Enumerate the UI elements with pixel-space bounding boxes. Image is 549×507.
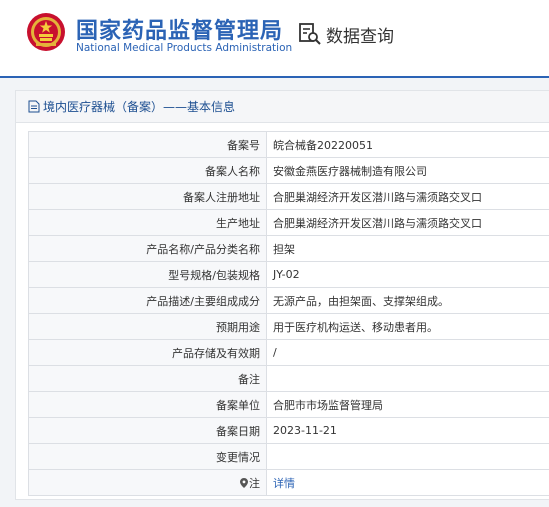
table-row: 型号规格/包装规格 JY-02 (28, 261, 549, 288)
field-value: 合肥巢湖经济开发区潜川路与濡须路交叉口 (266, 209, 549, 236)
field-label: 注 (249, 476, 260, 490)
details-link[interactable]: 详情 (273, 477, 295, 490)
field-value: 无源产品，由担架面、支撑架组成。 (266, 287, 549, 314)
field-value: 担架 (266, 235, 549, 262)
info-table: 备案号 皖合械备20220051 备案人名称 安徽金燕医疗器械制造有限公司 备案… (28, 131, 549, 496)
field-label: 型号规格/包装规格 (28, 261, 267, 288)
field-label: 备案号 (28, 131, 267, 158)
table-row: 备案日期 2023-11-21 (28, 417, 549, 444)
table-row: 备案人名称 安徽金燕医疗器械制造有限公司 (28, 157, 549, 184)
table-row: 备案单位 合肥市市场监督管理局 (28, 391, 549, 418)
field-label: 备注 (28, 365, 267, 392)
data-query-link[interactable]: 数据查询 (298, 22, 394, 47)
field-value: 合肥巢湖经济开发区潜川路与濡须路交叉口 (266, 183, 549, 210)
field-label: 备案单位 (28, 391, 267, 418)
site-subtitle: National Medical Products Administration (76, 42, 293, 54)
note-label-cell: 注 (28, 469, 267, 496)
detail-panel: 境内医疗器械（备案）——基本信息 备案号 皖合械备20220051 备案人名称 … (15, 90, 549, 500)
field-value: 皖合械备20220051 (266, 131, 549, 158)
table-row: 变更情况 (28, 443, 549, 470)
field-value (266, 365, 549, 392)
table-row: 产品存储及有效期 / (28, 339, 549, 366)
breadcrumb: 境内医疗器械（备案）——基本信息 (16, 91, 549, 123)
table-row: 预期用途 用于医疗机构运送、移动患者用。 (28, 313, 549, 340)
national-emblem-icon (27, 13, 65, 51)
field-value: 2023-11-21 (266, 417, 549, 444)
field-value (266, 443, 549, 470)
field-value: 用于医疗机构运送、移动患者用。 (266, 313, 549, 340)
note-value-cell: 详情 (266, 469, 549, 496)
search-document-icon (299, 23, 321, 45)
field-value: 安徽金燕医疗器械制造有限公司 (266, 157, 549, 184)
table-row: 备案人注册地址 合肥巢湖经济开发区潜川路与濡须路交叉口 (28, 183, 549, 210)
site-title: 国家药品监督管理局 (76, 19, 284, 44)
field-label: 备案人注册地址 (28, 183, 267, 210)
table-row: 备案号 皖合械备20220051 (28, 131, 549, 158)
table-row: 备注 (28, 365, 549, 392)
field-label: 备案日期 (28, 417, 267, 444)
field-value: JY-02 (266, 261, 549, 288)
data-query-label: 数据查询 (326, 26, 394, 47)
table-row: 生产地址 合肥巢湖经济开发区潜川路与濡须路交叉口 (28, 209, 549, 236)
field-label: 产品名称/产品分类名称 (28, 235, 267, 262)
field-label: 备案人名称 (28, 157, 267, 184)
field-label: 产品描述/主要组成成分 (28, 287, 267, 314)
pin-icon (240, 477, 248, 488)
field-label: 预期用途 (28, 313, 267, 340)
breadcrumb-text: 境内医疗器械（备案）——基本信息 (43, 100, 236, 114)
field-label: 生产地址 (28, 209, 267, 236)
table-row: 产品名称/产品分类名称 担架 (28, 235, 549, 262)
field-label: 产品存储及有效期 (28, 339, 267, 366)
site-header: 国家药品监督管理局 National Medical Products Admi… (0, 0, 549, 76)
document-icon (28, 100, 40, 113)
field-value: / (266, 339, 549, 366)
table-row: 产品描述/主要组成成分 无源产品，由担架面、支撑架组成。 (28, 287, 549, 314)
field-label: 变更情况 (28, 443, 267, 470)
field-value: 合肥市市场监督管理局 (266, 391, 549, 418)
table-row: 注 详情 (28, 469, 549, 496)
